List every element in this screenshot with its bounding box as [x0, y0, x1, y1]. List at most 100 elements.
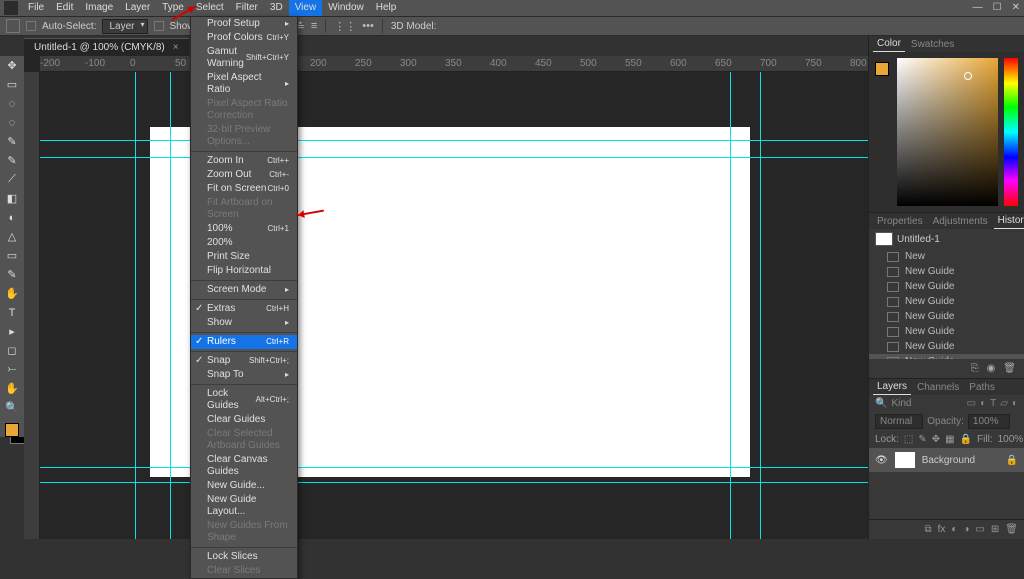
lock-icon[interactable]: 🔒 [960, 434, 972, 445]
adjustment-icon[interactable]: ◑ [963, 524, 969, 535]
mask-icon[interactable]: ◐ [951, 524, 957, 535]
history-step[interactable]: New Guide [869, 294, 1024, 309]
tab-channels[interactable]: Channels [913, 380, 963, 395]
tool-button[interactable]: ▭ [3, 248, 21, 263]
menu-item[interactable]: Lock GuidesAlt+Ctrl+; [191, 387, 297, 413]
guide[interactable] [730, 72, 731, 539]
menu-item[interactable]: 100%Ctrl+1 [191, 222, 297, 236]
menu-view[interactable]: View [289, 0, 323, 16]
tool-button[interactable]: ✋ [3, 286, 21, 301]
ruler-horizontal[interactable]: -200-10005010015020025030035040045050055… [40, 56, 868, 72]
menu-item[interactable]: New Guide... [191, 479, 297, 493]
guide[interactable] [170, 72, 171, 539]
menu-help[interactable]: Help [370, 0, 403, 16]
tab-color[interactable]: Color [873, 36, 905, 52]
filter-icon[interactable]: ▱ [1000, 398, 1008, 409]
menu-item[interactable]: Gamut WarningShift+Ctrl+Y [191, 45, 297, 71]
menu-item[interactable]: New Guide Layout... [191, 493, 297, 519]
menu-3d[interactable]: 3D [264, 0, 289, 16]
foreground-swatch[interactable] [875, 62, 889, 76]
group-icon[interactable]: ▭ [975, 524, 984, 535]
canvas-stage[interactable] [40, 72, 868, 539]
menu-item[interactable]: ✓RulersCtrl+R [191, 335, 297, 349]
menu-file[interactable]: File [22, 0, 50, 16]
history-step[interactable]: New Guide [869, 324, 1024, 339]
tab-layers[interactable]: Layers [873, 379, 911, 395]
minimize-button[interactable]: — [973, 0, 983, 16]
menu-layer[interactable]: Layer [119, 0, 156, 16]
lock-icon[interactable]: ▦ [945, 434, 954, 445]
tool-button[interactable]: ◧ [3, 191, 21, 206]
menu-item[interactable]: ✓ExtrasCtrl+H [191, 302, 297, 316]
menu-item[interactable]: Flip Horizontal [191, 264, 297, 278]
tool-button[interactable]: ◐ [3, 210, 21, 225]
menu-image[interactable]: Image [79, 0, 119, 16]
tool-button[interactable]: ▸ [3, 324, 21, 339]
guide[interactable] [40, 467, 868, 468]
tool-button[interactable]: ✎ [3, 153, 21, 168]
more-icon[interactable]: ••• [362, 20, 374, 32]
lock-icon[interactable]: ✥ [932, 434, 940, 445]
tab-paths[interactable]: Paths [965, 380, 999, 395]
foreground-background-swatch[interactable] [5, 423, 19, 437]
search-icon[interactable]: 🔍 [875, 398, 887, 409]
snapshot-icon[interactable]: ◉ [987, 363, 996, 374]
tool-button[interactable]: ✎ [3, 267, 21, 282]
guide[interactable] [40, 482, 868, 483]
link-icon[interactable]: ⧉ [924, 524, 931, 535]
close-button[interactable]: ✕ [1012, 0, 1020, 16]
tab-history[interactable]: History [994, 213, 1024, 229]
menu-edit[interactable]: Edit [50, 0, 79, 16]
color-field[interactable] [897, 58, 998, 206]
guide[interactable] [760, 72, 761, 539]
tool-button[interactable]: ⤚ [3, 362, 21, 377]
maximize-button[interactable]: ☐ [993, 0, 1002, 16]
move-tool-icon[interactable] [6, 19, 20, 33]
menu-item[interactable]: Zoom OutCtrl+- [191, 168, 297, 182]
tab-swatches[interactable]: Swatches [907, 37, 958, 52]
ruler-vertical[interactable] [24, 72, 40, 539]
history-step[interactable]: New Guide [869, 279, 1024, 294]
auto-select-dropdown[interactable]: Layer [102, 19, 147, 34]
new-layer-icon[interactable]: ⊞ [991, 524, 999, 535]
lock-icon[interactable]: ✎ [918, 434, 926, 445]
tool-button[interactable]: ◻ [3, 343, 21, 358]
delete-icon[interactable]: 🗑 [1003, 363, 1016, 374]
auto-select-checkbox[interactable] [26, 21, 36, 31]
history-step[interactable]: New Guide [869, 264, 1024, 279]
document-tab[interactable]: Untitled-1 @ 100% (CMYK/8) × [24, 38, 189, 56]
visibility-icon[interactable]: 👁 [875, 455, 888, 466]
tool-button[interactable]: ✋ [3, 381, 21, 396]
history-step[interactable]: New Guide [869, 339, 1024, 354]
fill-input[interactable]: 100% [998, 434, 1024, 445]
history-snapshot[interactable]: Untitled-1 [869, 229, 1024, 249]
menu-item[interactable]: Proof Setup▸ [191, 17, 297, 31]
distribute-icon[interactable]: ⋮⋮ [334, 20, 356, 33]
hue-slider[interactable] [1004, 58, 1018, 206]
menu-item[interactable]: Clear Guides [191, 413, 297, 427]
menu-item[interactable]: Proof ColorsCtrl+Y [191, 31, 297, 45]
tool-button[interactable]: 🔍 [3, 400, 21, 415]
create-document-icon[interactable]: ⎘ [971, 363, 979, 374]
opacity-input[interactable]: 100% [968, 414, 1010, 429]
filter-icon[interactable]: ◐ [980, 398, 986, 409]
menu-item[interactable]: Zoom InCtrl++ [191, 154, 297, 168]
tool-button[interactable]: ▭ [3, 77, 21, 92]
guide[interactable] [40, 140, 868, 141]
tool-button[interactable]: ✎ [3, 134, 21, 149]
menu-window[interactable]: Window [322, 0, 370, 16]
menu-item[interactable]: Pixel Aspect Ratio▸ [191, 71, 297, 97]
menu-item[interactable]: Fit on ScreenCtrl+0 [191, 182, 297, 196]
menu-filter[interactable]: Filter [230, 0, 264, 16]
lock-icon[interactable]: 🔒 [1006, 455, 1018, 466]
filter-icon[interactable]: ◐ [1012, 398, 1018, 409]
fx-icon[interactable]: fx [938, 524, 946, 535]
tab-properties[interactable]: Properties [873, 214, 927, 229]
menu-item[interactable]: ✓SnapShift+Ctrl+; [191, 354, 297, 368]
guide[interactable] [135, 72, 136, 539]
layer-filter[interactable]: Kind [891, 398, 962, 409]
tool-button[interactable]: ⟋ [3, 172, 21, 187]
history-step[interactable]: New [869, 249, 1024, 264]
tab-adjustments[interactable]: Adjustments [929, 214, 992, 229]
tool-button[interactable]: T [3, 305, 21, 320]
